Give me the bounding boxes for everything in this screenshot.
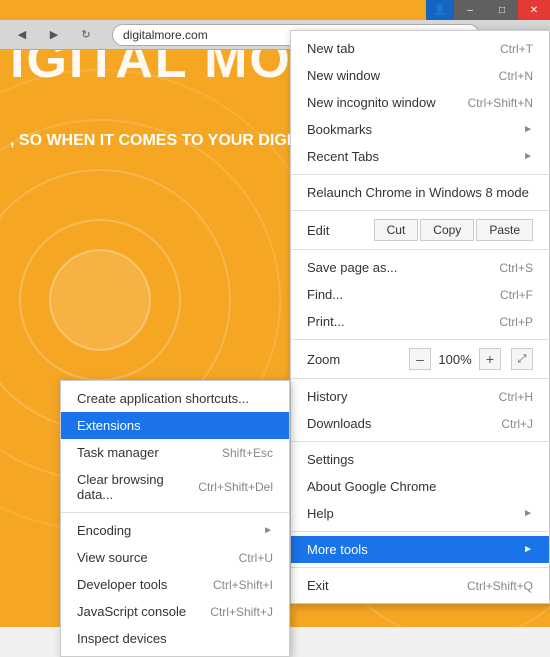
divider-5	[291, 378, 549, 379]
user-button[interactable]: 👤	[426, 0, 454, 20]
forward-button[interactable]: ▶	[40, 24, 68, 46]
copy-button[interactable]: Copy	[420, 219, 474, 241]
submenu-arrow-bookmarks: ►	[523, 124, 533, 135]
submenu-arrow-more-tools: ►	[523, 544, 533, 555]
minimize-button[interactable]: –	[454, 0, 486, 20]
divider-1	[291, 174, 549, 175]
divider-6	[291, 441, 549, 442]
menu-item-save-page[interactable]: Save page as... Ctrl+S	[291, 254, 549, 281]
divider-2	[291, 210, 549, 211]
menu-item-relaunch[interactable]: Relaunch Chrome in Windows 8 mode	[291, 179, 549, 206]
submenu-arrow-recent-tabs: ►	[523, 151, 533, 162]
back-button[interactable]: ◀	[8, 24, 36, 46]
menu-item-downloads[interactable]: Downloads Ctrl+J	[291, 410, 549, 437]
reload-button[interactable]: ↻	[72, 24, 100, 46]
menu-item-exit[interactable]: Exit Ctrl+Shift+Q	[291, 572, 549, 599]
window-controls: 👤 – □ ✕	[426, 0, 550, 20]
paste-button[interactable]: Paste	[476, 219, 533, 241]
zoom-in-button[interactable]: +	[479, 348, 501, 370]
edit-row: Edit Cut Copy Paste	[291, 215, 549, 245]
divider-8	[291, 567, 549, 568]
menu-item-print[interactable]: Print... Ctrl+P	[291, 308, 549, 335]
zoom-row: Zoom – 100% + ⤢	[291, 344, 549, 374]
sub-item-inspect-devices[interactable]: Inspect devices	[61, 625, 289, 652]
sub-item-create-shortcuts[interactable]: Create application shortcuts...	[61, 385, 289, 412]
cut-button[interactable]: Cut	[374, 219, 419, 241]
submenu-arrow-help: ►	[523, 508, 533, 519]
divider-4	[291, 339, 549, 340]
menu-item-recent-tabs[interactable]: Recent Tabs ►	[291, 143, 549, 170]
sub-item-extensions[interactable]: Extensions	[61, 412, 289, 439]
chrome-menu: New tab Ctrl+T New window Ctrl+N New inc…	[290, 30, 550, 604]
menu-item-find[interactable]: Find... Ctrl+F	[291, 281, 549, 308]
menu-item-more-tools[interactable]: More tools ►	[291, 536, 549, 563]
zoom-value: 100%	[437, 352, 473, 367]
fullscreen-button[interactable]: ⤢	[511, 348, 533, 370]
menu-item-new-tab[interactable]: New tab Ctrl+T	[291, 35, 549, 62]
divider-7	[291, 531, 549, 532]
more-tools-submenu: Create application shortcuts... Extensio…	[60, 380, 290, 657]
sub-divider-1	[61, 512, 289, 513]
menu-item-bookmarks[interactable]: Bookmarks ►	[291, 116, 549, 143]
menu-item-help[interactable]: Help ►	[291, 500, 549, 527]
menu-item-new-incognito[interactable]: New incognito window Ctrl+Shift+N	[291, 89, 549, 116]
maximize-button[interactable]: □	[486, 0, 518, 20]
sub-item-encoding[interactable]: Encoding ►	[61, 517, 289, 544]
submenu-arrow-encoding: ►	[263, 525, 273, 536]
menu-item-history[interactable]: History Ctrl+H	[291, 383, 549, 410]
menu-item-new-window[interactable]: New window Ctrl+N	[291, 62, 549, 89]
sub-item-view-source[interactable]: View source Ctrl+U	[61, 544, 289, 571]
sub-item-task-manager[interactable]: Task manager Shift+Esc	[61, 439, 289, 466]
menu-item-settings[interactable]: Settings	[291, 446, 549, 473]
zoom-out-button[interactable]: –	[409, 348, 431, 370]
sub-item-clear-browsing[interactable]: Clear browsing data... Ctrl+Shift+Del	[61, 466, 289, 508]
divider-3	[291, 249, 549, 250]
browser-controls: ◀ ▶ ↻	[0, 24, 108, 46]
menu-item-about[interactable]: About Google Chrome	[291, 473, 549, 500]
sub-item-developer-tools[interactable]: Developer tools Ctrl+Shift+I	[61, 571, 289, 598]
close-button[interactable]: ✕	[518, 0, 550, 20]
sub-item-js-console[interactable]: JavaScript console Ctrl+Shift+J	[61, 598, 289, 625]
